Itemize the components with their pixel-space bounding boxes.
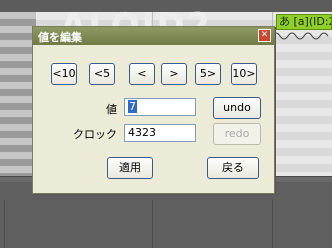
close-icon[interactable]: ✕ [258, 29, 271, 42]
clock-input[interactable]: 4323 [124, 124, 196, 142]
step-plus-1-button[interactable]: > [161, 63, 187, 85]
value-input[interactable]: 7 [124, 98, 196, 116]
back-button[interactable]: 戻る [207, 157, 259, 179]
step-plus-10-button[interactable]: 10> [231, 63, 257, 85]
note-item[interactable]: あ [a](ID:2 [276, 14, 332, 30]
track-tick [152, 200, 153, 248]
value-label: 値 [106, 103, 117, 116]
track-tick [4, 200, 5, 248]
redo-button: redo [213, 123, 261, 145]
apply-button[interactable]: 適用 [107, 157, 153, 179]
step-minus-10-button[interactable]: <10 [51, 63, 77, 85]
edit-value-dialog: 値を編集 ✕ <10 <5 < > 5> 10> 値 7 undo クロック 4… [32, 26, 275, 194]
value-text: 7 [128, 100, 137, 113]
pitch-curve [272, 32, 329, 40]
undo-button[interactable]: undo [213, 97, 261, 119]
step-minus-1-button[interactable]: < [129, 63, 155, 85]
step-minus-5-button[interactable]: <5 [89, 63, 115, 85]
track-tick [272, 200, 273, 248]
piano-keyboard [0, 12, 36, 182]
clock-label: クロック [73, 128, 117, 141]
dialog-titlebar[interactable]: 値を編集 ✕ [33, 27, 274, 45]
dialog-title: 値を編集 [38, 31, 82, 44]
step-plus-5-button[interactable]: 5> [195, 63, 221, 85]
